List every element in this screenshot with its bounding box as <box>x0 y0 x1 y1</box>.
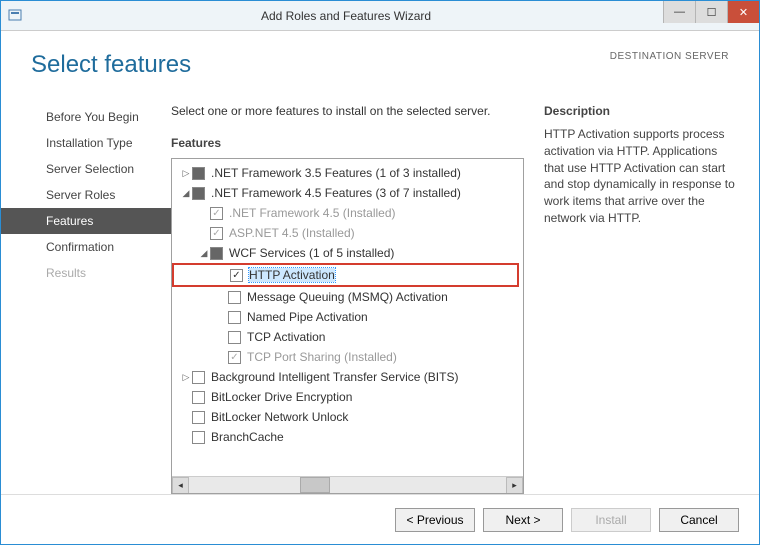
checkbox[interactable] <box>230 269 243 282</box>
tree-item-label[interactable]: .NET Framework 3.5 Features (1 of 3 inst… <box>211 166 461 180</box>
nav-item-before-you-begin[interactable]: Before You Begin <box>1 104 171 130</box>
scroll-thumb[interactable] <box>300 477 330 493</box>
page-title: Select features <box>31 51 191 79</box>
expander-icon[interactable]: ▷ <box>180 372 192 383</box>
wizard-window: Add Roles and Features Wizard — ☐ ✕ Sele… <box>0 0 760 545</box>
features-heading: Features <box>171 136 524 150</box>
tree-item-label[interactable]: TCP Port Sharing (Installed) <box>247 350 397 364</box>
tree-row[interactable]: ASP.NET 4.5 (Installed) <box>172 223 523 243</box>
checkbox[interactable] <box>228 331 241 344</box>
expander-icon[interactable]: ▷ <box>180 168 192 179</box>
checkbox[interactable] <box>228 291 241 304</box>
horizontal-scrollbar[interactable]: ◂ ▸ <box>172 476 523 493</box>
checkbox[interactable] <box>192 431 205 444</box>
previous-button[interactable]: < Previous <box>395 508 475 532</box>
checkbox[interactable] <box>210 207 223 220</box>
content-area: Select features DESTINATION SERVER Befor… <box>1 31 759 544</box>
tree-row[interactable]: HTTP Activation <box>174 265 517 285</box>
tree-item-label[interactable]: .NET Framework 4.5 (Installed) <box>229 206 396 220</box>
scroll-track[interactable] <box>189 477 506 493</box>
checkbox[interactable] <box>210 247 223 260</box>
footer-buttons: < Previous Next > Install Cancel <box>1 494 759 544</box>
cancel-button[interactable]: Cancel <box>659 508 739 532</box>
maximize-button[interactable]: ☐ <box>695 1 727 23</box>
tree-row[interactable]: Named Pipe Activation <box>172 307 523 327</box>
checkbox[interactable] <box>192 167 205 180</box>
checkbox[interactable] <box>192 411 205 424</box>
tree-item-label[interactable]: Named Pipe Activation <box>247 310 368 324</box>
tree-row[interactable]: ▷ Background Intelligent Transfer Service… <box>172 367 523 387</box>
window-controls: — ☐ ✕ <box>663 1 759 30</box>
expander-icon[interactable]: ◢ <box>198 248 210 259</box>
scroll-right-arrow-icon[interactable]: ▸ <box>506 477 523 494</box>
tree-row[interactable]: BranchCache <box>172 427 523 447</box>
checkbox[interactable] <box>210 227 223 240</box>
nav-item-installation-type[interactable]: Installation Type <box>1 130 171 156</box>
tree-item-label[interactable]: BranchCache <box>211 430 284 444</box>
tree-row[interactable]: .NET Framework 4.5 (Installed) <box>172 203 523 223</box>
tree-row[interactable]: BitLocker Network Unlock <box>172 407 523 427</box>
tree-item-label[interactable]: WCF Services (1 of 5 installed) <box>229 246 394 260</box>
checkbox[interactable] <box>192 371 205 384</box>
install-button[interactable]: Install <box>571 508 651 532</box>
nav-item-results: Results <box>1 260 171 286</box>
tree-item-label[interactable]: BitLocker Drive Encryption <box>211 390 352 404</box>
description-column: Description HTTP Activation supports pro… <box>544 104 739 494</box>
nav-item-server-roles[interactable]: Server Roles <box>1 182 171 208</box>
tree-row[interactable]: ◢ WCF Services (1 of 5 installed) <box>172 243 523 263</box>
header-row: Select features DESTINATION SERVER <box>1 31 759 89</box>
tree-row[interactable]: Message Queuing (MSMQ) Activation <box>172 287 523 307</box>
features-column: Select one or more features to install o… <box>171 104 524 494</box>
highlight-box: HTTP Activation <box>172 263 519 287</box>
tree-item-label[interactable]: BitLocker Network Unlock <box>211 410 348 424</box>
tree-item-label[interactable]: Message Queuing (MSMQ) Activation <box>247 290 448 304</box>
checkbox[interactable] <box>192 391 205 404</box>
description-heading: Description <box>544 104 739 118</box>
checkbox[interactable] <box>192 187 205 200</box>
tree-row[interactable]: BitLocker Drive Encryption <box>172 387 523 407</box>
tree-item-label[interactable]: .NET Framework 4.5 Features (3 of 7 inst… <box>211 186 461 200</box>
tree-item-label[interactable]: HTTP Activation <box>249 268 335 282</box>
titlebar[interactable]: Add Roles and Features Wizard — ☐ ✕ <box>1 1 759 31</box>
features-tree: ▷ .NET Framework 3.5 Features (1 of 3 ins… <box>171 158 524 494</box>
scroll-left-arrow-icon[interactable]: ◂ <box>172 477 189 494</box>
description-text: HTTP Activation supports process activat… <box>544 126 739 227</box>
instruction-text: Select one or more features to install o… <box>171 104 524 118</box>
tree-item-label[interactable]: Background Intelligent Transfer Service … <box>211 370 458 384</box>
tree-row[interactable]: TCP Activation <box>172 327 523 347</box>
destination-server-label: DESTINATION SERVER <box>610 51 729 62</box>
checkbox[interactable] <box>228 351 241 364</box>
nav-item-features[interactable]: Features <box>1 208 171 234</box>
window-title: Add Roles and Features Wizard <box>29 9 663 23</box>
app-icon <box>7 8 23 24</box>
close-button[interactable]: ✕ <box>727 1 759 23</box>
tree-row[interactable]: ◢ .NET Framework 4.5 Features (3 of 7 ins… <box>172 183 523 203</box>
tree-row[interactable]: TCP Port Sharing (Installed) <box>172 347 523 367</box>
next-button[interactable]: Next > <box>483 508 563 532</box>
tree-item-label[interactable]: ASP.NET 4.5 (Installed) <box>229 226 355 240</box>
checkbox[interactable] <box>228 311 241 324</box>
body: Before You BeginInstallation TypeServer … <box>1 89 759 494</box>
expander-icon[interactable]: ◢ <box>180 188 192 199</box>
main-panel: Select one or more features to install o… <box>171 89 739 494</box>
nav-item-confirmation[interactable]: Confirmation <box>1 234 171 260</box>
tree-row[interactable]: ▷ .NET Framework 3.5 Features (1 of 3 ins… <box>172 163 523 183</box>
tree-item-label[interactable]: TCP Activation <box>247 330 325 344</box>
tree-scroll-area[interactable]: ▷ .NET Framework 3.5 Features (1 of 3 ins… <box>172 159 523 476</box>
nav-item-server-selection[interactable]: Server Selection <box>1 156 171 182</box>
sidebar: Before You BeginInstallation TypeServer … <box>1 89 171 494</box>
minimize-button[interactable]: — <box>663 1 695 23</box>
